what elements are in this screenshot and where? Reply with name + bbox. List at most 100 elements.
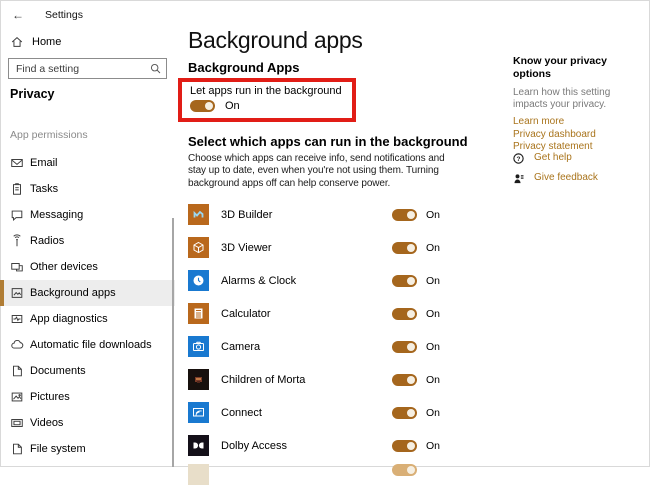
sidebar-item-app-diagnostics[interactable]: App diagnostics [0, 306, 175, 332]
learn-more-link[interactable]: Learn more [513, 116, 645, 129]
section-background-apps-title: Background Apps [188, 60, 490, 75]
sidebar-item-pictures[interactable]: Pictures [0, 384, 175, 410]
app-row-partial [188, 462, 442, 502]
sidebar-item-label: Pictures [30, 391, 70, 403]
automatic-file-downloads-icon [10, 338, 24, 352]
videos-icon [10, 416, 24, 430]
sidebar-item-label: Automatic file downloads [30, 339, 152, 351]
master-toggle-state: On [225, 100, 240, 112]
sidebar-item-other-devices[interactable]: Other devices [0, 254, 175, 280]
aside-description: Learn how this setting impacts your priv… [513, 87, 645, 111]
sidebar-item-file-system[interactable]: File system [0, 436, 175, 462]
app-row: Calculator On [188, 297, 442, 330]
app-toggle-state: On [426, 341, 442, 353]
section-select-apps-title: Select which apps can run in the backgro… [188, 134, 490, 149]
app-toggle[interactable] [392, 407, 417, 419]
sidebar-item-email[interactable]: Email [0, 150, 175, 176]
app-row: 3D Viewer On [188, 231, 442, 264]
get-help-link[interactable]: Get help [534, 152, 572, 165]
sidebar-item-label: Tasks [30, 183, 58, 195]
other-devices-icon [10, 260, 24, 274]
app-list: 3D Builder On 3D Viewer On Alarms & Cloc… [188, 198, 442, 502]
main-content: Background apps Background Apps Let apps… [175, 0, 490, 467]
app-toggle-state: On [426, 308, 442, 320]
partial-app-icon [188, 464, 209, 485]
app-row: Alarms & Clock On [188, 264, 442, 297]
back-icon[interactable]: ← [12, 9, 24, 21]
pictures-icon [10, 390, 24, 404]
background-apps-master-toggle[interactable] [190, 100, 215, 112]
sidebar-item-label: Videos [30, 417, 63, 429]
app-toggle-state: On [426, 242, 442, 254]
sidebar-item-radios[interactable]: Radios [0, 228, 175, 254]
app-row: 3D Builder On [188, 198, 442, 231]
app-row: Camera On [188, 330, 442, 363]
sidebar-item-background-apps[interactable]: Background apps [0, 280, 175, 306]
window-title: Settings [45, 9, 83, 21]
app-name: 3D Builder [221, 209, 272, 221]
app-toggle[interactable] [392, 341, 417, 353]
aside-title: Know your privacy options [513, 55, 645, 81]
sidebar-item-documents[interactable]: Documents [0, 358, 175, 384]
app-row: Connect On [188, 396, 442, 429]
sidebar-item-home[interactable]: Home [10, 34, 175, 50]
sidebar-item-label: Email [30, 157, 58, 169]
app-toggle[interactable] [392, 242, 417, 254]
privacy-dashboard-link[interactable]: Privacy dashboard [513, 129, 645, 142]
search-input[interactable] [8, 58, 167, 79]
sidebar-group-label: App permissions [10, 129, 175, 142]
sidebar-item-messaging[interactable]: Messaging [0, 202, 175, 228]
master-toggle-label: Let apps run in the background [190, 85, 342, 97]
messaging-icon [10, 208, 24, 222]
titlebar: ← Settings [0, 8, 175, 22]
app-row: Dolby Access On [188, 429, 442, 462]
app-name: Camera [221, 341, 260, 353]
page-title: Background apps [188, 27, 490, 53]
sidebar: ← Settings Home Privacy App permissions … [0, 0, 175, 467]
svg-text:?: ? [517, 156, 521, 163]
get-help-icon: ? [512, 152, 525, 165]
app-name: Alarms & Clock [221, 275, 296, 287]
app-toggle[interactable] [392, 209, 417, 221]
sidebar-item-automatic-file-downloads[interactable]: Automatic file downloads [0, 332, 175, 358]
app-row: Children of Morta On [188, 363, 442, 396]
sidebar-scrollbar[interactable] [172, 218, 174, 467]
background-apps-icon [10, 286, 24, 300]
home-icon [10, 35, 24, 49]
app-toggle[interactable] [392, 464, 417, 476]
sidebar-item-tasks[interactable]: Tasks [0, 176, 175, 202]
search-box [8, 58, 167, 79]
home-label: Home [32, 36, 61, 48]
email-icon [10, 156, 24, 170]
3d-viewer-icon [188, 237, 209, 258]
app-toggle-state: On [426, 374, 442, 386]
app-toggle-state: On [426, 440, 442, 452]
sidebar-item-videos[interactable]: Videos [0, 410, 175, 436]
privacy-options-panel: Know your privacy options Learn how this… [513, 55, 645, 154]
search-icon[interactable] [149, 62, 162, 80]
sidebar-item-label: Radios [30, 235, 64, 247]
app-name: Dolby Access [221, 440, 287, 452]
documents-icon [10, 364, 24, 378]
app-name: Children of Morta [221, 374, 305, 386]
app-toggle[interactable] [392, 440, 417, 452]
sidebar-item-label: Background apps [30, 287, 116, 299]
app-name: 3D Viewer [221, 242, 272, 254]
tasks-icon [10, 182, 24, 196]
app-toggle[interactable] [392, 308, 417, 320]
app-toggle-state: On [426, 275, 442, 287]
sidebar-nav: Email Tasks Messaging Radios Other devic… [0, 150, 175, 462]
app-toggle-state: On [426, 209, 442, 221]
radios-icon [10, 234, 24, 248]
give-feedback-link[interactable]: Give feedback [534, 172, 598, 185]
app-toggle[interactable] [392, 374, 417, 386]
file-system-icon [10, 442, 24, 456]
calculator-icon [188, 303, 209, 324]
help-block: ? Get help Give feedback [512, 152, 598, 192]
alarms-clock-icon [188, 270, 209, 291]
sidebar-item-label: File system [30, 443, 86, 455]
app-name: Calculator [221, 308, 271, 320]
app-toggle[interactable] [392, 275, 417, 287]
children-of-morta-icon [188, 369, 209, 390]
highlight-box: Let apps run in the background On [178, 78, 356, 122]
